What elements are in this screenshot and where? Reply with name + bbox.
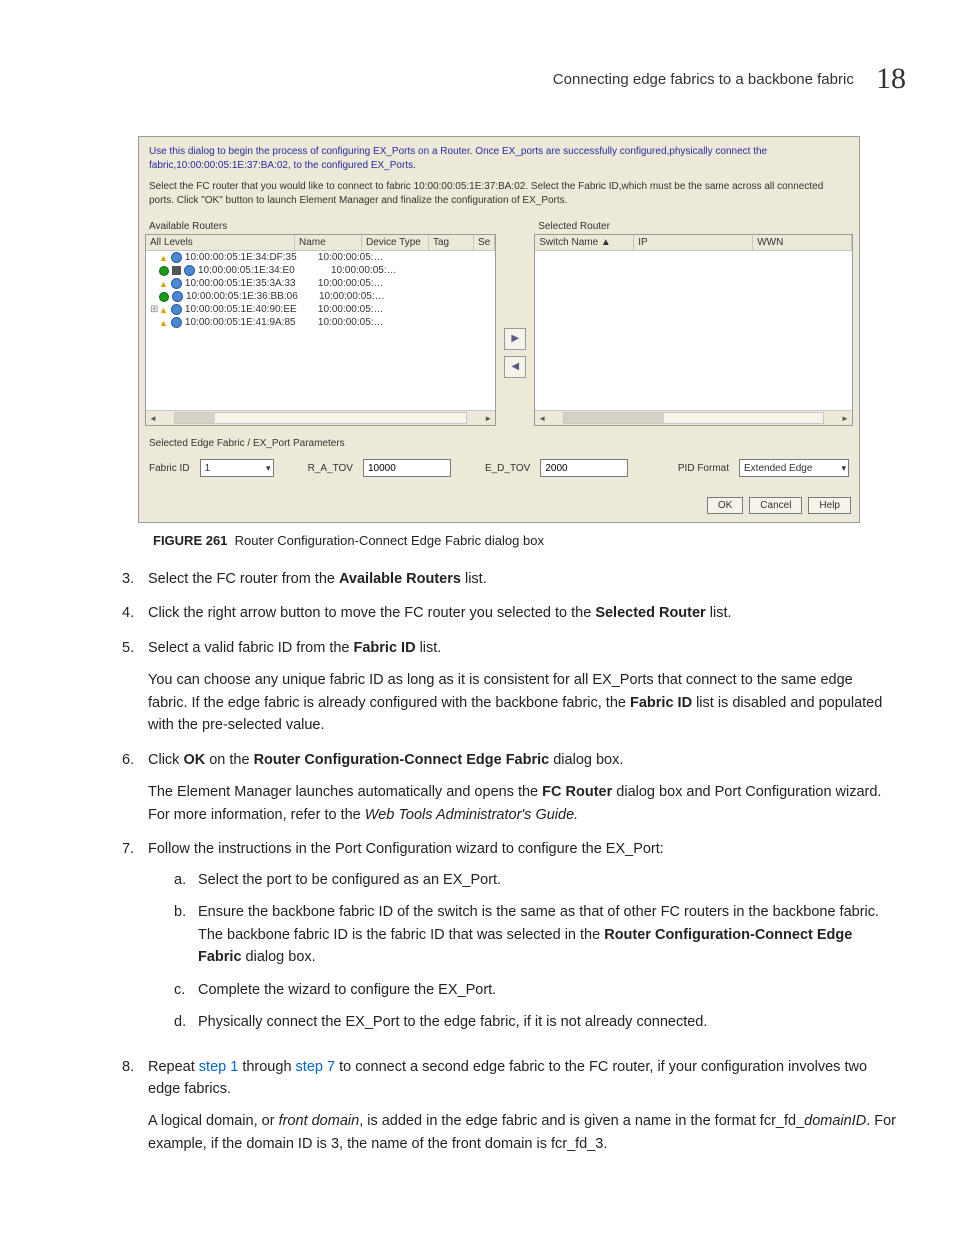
move-right-button[interactable]: ▶ bbox=[504, 328, 526, 350]
warning-icon: ▲ bbox=[159, 318, 168, 328]
pid-format-select[interactable]: Extended Edge bbox=[739, 459, 849, 477]
ratov-input[interactable] bbox=[363, 459, 451, 477]
pid-format-label: PID Format bbox=[678, 463, 729, 474]
chapter-number: 18 bbox=[876, 62, 906, 95]
step-4: Click the right arrow button to move the… bbox=[148, 602, 896, 624]
step-1-link[interactable]: step 1 bbox=[199, 1059, 239, 1075]
router-row[interactable]: ▲10:00:00:05:1E:35:3A:3310:00:00:05:… bbox=[146, 277, 495, 290]
help-button[interactable]: Help bbox=[808, 497, 851, 514]
available-routers-table[interactable]: All Levels Name Device Type Tag Se ▲10:0… bbox=[145, 234, 496, 426]
params-label: Selected Edge Fabric / EX_Port Parameter… bbox=[139, 426, 859, 453]
available-header: All Levels Name Device Type Tag Se bbox=[146, 235, 495, 251]
step-7a: Select the port to be configured as an E… bbox=[198, 869, 501, 891]
available-routers-label: Available Routers bbox=[145, 219, 496, 234]
scroll-right-icon[interactable]: ► bbox=[838, 411, 852, 425]
step-5: Select a valid fabric ID from the Fabric… bbox=[148, 637, 896, 737]
ratov-label: R_A_TOV bbox=[308, 463, 353, 474]
cancel-button[interactable]: Cancel bbox=[749, 497, 802, 514]
running-header: Connecting edge fabrics to a backbone fa… bbox=[48, 62, 906, 96]
scroll-left-icon[interactable]: ◄ bbox=[535, 411, 549, 425]
ok-icon bbox=[159, 292, 169, 302]
globe-icon bbox=[171, 304, 182, 315]
globe-icon bbox=[171, 252, 182, 263]
dialog-intro-1: Use this dialog to begin the process of … bbox=[139, 137, 859, 176]
params-row: Fabric ID 1 R_A_TOV E_D_TOV PID Format E… bbox=[139, 453, 859, 491]
step-6: Click OK on the Router Configuration-Con… bbox=[148, 749, 896, 826]
router-row[interactable]: ⊞▲10:00:00:05:1E:40:90:EE10:00:00:05:… bbox=[146, 303, 495, 316]
globe-icon bbox=[171, 278, 182, 289]
router-row[interactable]: ▲10:00:00:05:1E:41:9A:8510:00:00:05:… bbox=[146, 316, 495, 329]
header-title: Connecting edge fabrics to a backbone fa… bbox=[553, 71, 854, 88]
step-7b: Ensure the backbone fabric ID of the swi… bbox=[198, 901, 896, 968]
step-7d: Physically connect the EX_Port to the ed… bbox=[198, 1011, 707, 1033]
step-7c: Complete the wizard to configure the EX_… bbox=[198, 979, 496, 1001]
figure-caption: FIGURE 261 Router Configuration-Connect … bbox=[153, 533, 906, 548]
ok-icon bbox=[159, 266, 169, 276]
router-row[interactable]: 10:00:00:05:1E:36:BB:0610:00:00:05:… bbox=[146, 290, 495, 303]
step-7: Follow the instructions in the Port Conf… bbox=[148, 838, 896, 1043]
dialog-screenshot: Use this dialog to begin the process of … bbox=[138, 136, 860, 523]
selected-router-table[interactable]: Switch Name ▲ IP WWN ◄ ► bbox=[534, 234, 853, 426]
router-row[interactable]: 10:00:00:05:1E:34:E010:00:00:05:… bbox=[146, 264, 495, 277]
router-row[interactable]: ▲10:00:00:05:1E:34:DF:3510:00:00:05:… bbox=[146, 251, 495, 264]
scroll-right-icon[interactable]: ► bbox=[481, 411, 495, 425]
device-icon bbox=[172, 266, 181, 275]
h-scrollbar[interactable]: ◄ ► bbox=[146, 410, 495, 425]
warning-icon: ▲ bbox=[159, 305, 168, 315]
globe-icon bbox=[172, 291, 183, 302]
scroll-left-icon[interactable]: ◄ bbox=[146, 411, 160, 425]
globe-icon bbox=[184, 265, 195, 276]
fabric-id-label: Fabric ID bbox=[149, 463, 190, 474]
globe-icon bbox=[171, 317, 182, 328]
move-left-button[interactable]: ◀ bbox=[504, 356, 526, 378]
selected-router-label: Selected Router bbox=[534, 219, 853, 234]
edtov-input[interactable] bbox=[540, 459, 628, 477]
h-scrollbar-2[interactable]: ◄ ► bbox=[535, 410, 852, 425]
edtov-label: E_D_TOV bbox=[485, 463, 530, 474]
fabric-id-select[interactable]: 1 bbox=[200, 459, 274, 477]
warning-icon: ▲ bbox=[159, 253, 168, 263]
step-7-link[interactable]: step 7 bbox=[296, 1059, 336, 1075]
selected-header: Switch Name ▲ IP WWN bbox=[535, 235, 852, 251]
dialog-intro-2: Select the FC router that you would like… bbox=[139, 176, 859, 219]
ok-button[interactable]: OK bbox=[707, 497, 743, 514]
step-3: Select the FC router from the Available … bbox=[148, 568, 896, 590]
warning-icon: ▲ bbox=[159, 279, 168, 289]
step-8: Repeat step 1 through step 7 to connect … bbox=[148, 1056, 896, 1156]
